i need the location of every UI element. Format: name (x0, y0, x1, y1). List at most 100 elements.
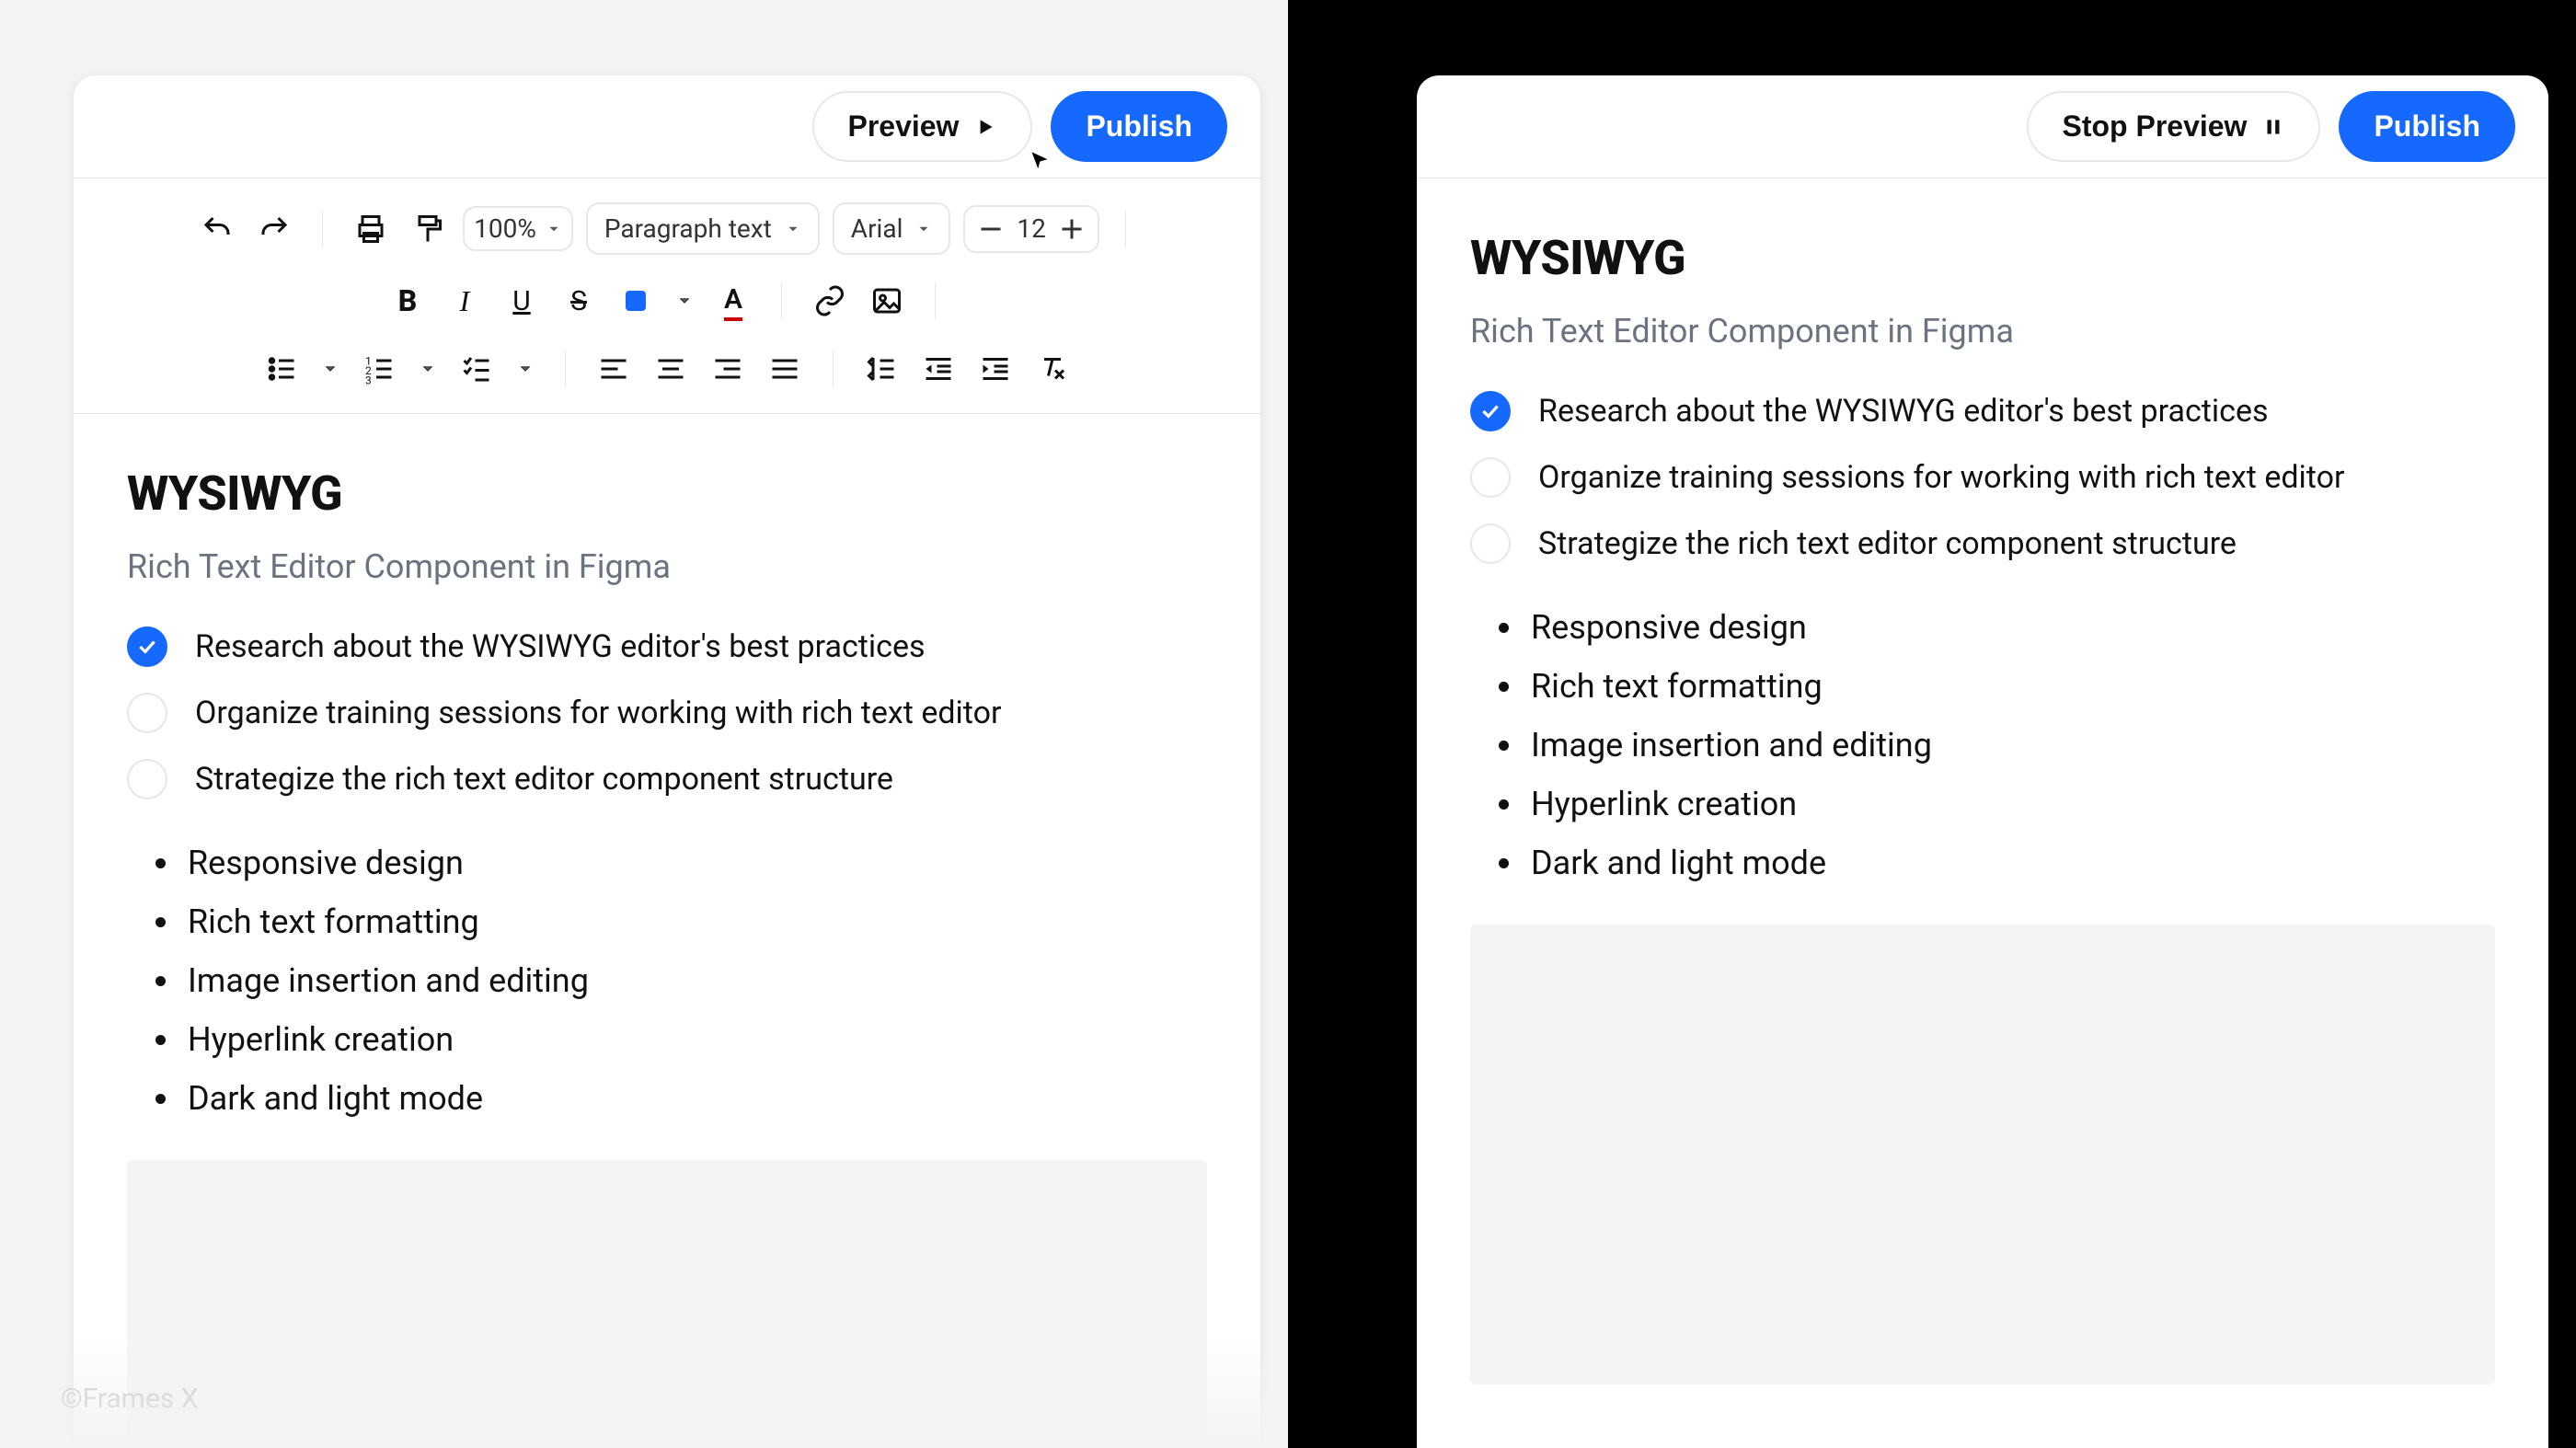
editor-card: Preview Publish (74, 75, 1260, 1448)
publish-button[interactable]: Publish (2339, 91, 2515, 162)
chevron-down-icon (322, 361, 339, 377)
text-color-icon: A (724, 283, 742, 319)
bullet-item: Image insertion and editing (1525, 726, 2495, 764)
italic-button[interactable]: I (443, 279, 487, 323)
toolbar-row-2: B I U S A (385, 279, 949, 323)
bullet-item: Dark and light mode (1525, 844, 2495, 882)
redo-button[interactable] (252, 207, 296, 251)
paint-format-button[interactable] (406, 207, 450, 251)
bulleted-list-dropdown[interactable] (316, 347, 344, 391)
insert-image-button[interactable] (865, 279, 909, 323)
font-size-stepper[interactable]: 12 (963, 205, 1098, 253)
publish-button-label: Publish (1086, 109, 1192, 144)
play-icon (973, 115, 997, 139)
numbered-list-dropdown[interactable] (414, 347, 442, 391)
insert-link-button[interactable] (808, 279, 852, 323)
align-center-button[interactable] (649, 347, 693, 391)
stop-preview-button[interactable]: Stop Preview (2027, 91, 2320, 162)
line-spacing-button[interactable] (859, 347, 903, 391)
checklist-item-text: Research about the WYSIWYG editor's best… (195, 628, 926, 665)
checklist-item-text: Strategize the rich text editor componen… (1538, 525, 2237, 562)
checkbox[interactable] (127, 759, 167, 799)
align-left-button[interactable] (592, 347, 636, 391)
checklist-dropdown[interactable] (512, 347, 539, 391)
clear-formatting-button[interactable] (1030, 347, 1075, 391)
bullet-item: Responsive design (182, 844, 1207, 882)
indent-increase-button[interactable] (973, 347, 1018, 391)
bullet-item: Rich text formatting (1525, 667, 2495, 706)
font-family-label: Arial (851, 213, 903, 244)
checkbox[interactable] (127, 626, 167, 667)
check-icon (1478, 399, 1502, 423)
zoom-select[interactable]: 100% (463, 206, 573, 251)
minus-icon (974, 213, 1007, 246)
editor-toolbar: 100% Paragraph text Arial 12 (74, 178, 1260, 414)
separator (565, 351, 566, 387)
separator (781, 282, 782, 319)
bullet-item: Dark and light mode (182, 1079, 1207, 1118)
document-title: WYSIWYG (1470, 230, 2495, 286)
chevron-down-icon (517, 361, 534, 377)
undo-button[interactable] (195, 207, 239, 251)
bullet-item: Responsive design (1525, 608, 2495, 647)
numbered-list-button[interactable]: 123 (357, 347, 401, 391)
font-family-select[interactable]: Arial (833, 202, 951, 255)
highlight-color-button[interactable] (614, 279, 658, 323)
text-color-button[interactable]: A (711, 279, 755, 323)
stop-preview-button-label: Stop Preview (2062, 109, 2247, 144)
pause-icon (2261, 115, 2285, 139)
align-right-button[interactable] (706, 347, 750, 391)
indent-decrease-button[interactable] (916, 347, 960, 391)
font-size-value: 12 (1017, 213, 1045, 244)
preview-content: WYSIWYG Rich Text Editor Component in Fi… (1417, 178, 2548, 1412)
paragraph-style-select[interactable]: Paragraph text (586, 202, 820, 255)
image-placeholder (127, 1160, 1207, 1436)
separator (935, 282, 936, 319)
checklist: Research about the WYSIWYG editor's best… (1470, 391, 2495, 564)
editor-header: Preview Publish (74, 75, 1260, 178)
font-size-increase[interactable] (1055, 213, 1088, 246)
publish-button-label: Publish (2374, 109, 2480, 144)
underline-button[interactable]: U (500, 279, 544, 323)
align-justify-button[interactable] (763, 347, 807, 391)
highlight-color-dropdown[interactable] (671, 279, 698, 323)
color-swatch-icon (626, 291, 646, 311)
bullet-list: Responsive design Rich text formatting I… (127, 844, 1207, 1118)
bullet-item: Hyperlink creation (1525, 785, 2495, 823)
bold-button[interactable]: B (385, 279, 430, 323)
checklist: Research about the WYSIWYG editor's best… (127, 626, 1207, 799)
document-subtitle: Rich Text Editor Component in Figma (1470, 312, 2495, 351)
preview-button-label: Preview (847, 109, 959, 144)
font-size-decrease[interactable] (974, 213, 1007, 246)
chevron-down-icon (785, 221, 801, 237)
preview-header: Stop Preview Publish (1417, 75, 2548, 178)
separator (833, 351, 834, 387)
toolbar-row-3: 123 (259, 347, 1075, 391)
checklist-item-text: Organize training sessions for working w… (1538, 459, 2345, 496)
preview-button[interactable]: Preview (812, 91, 1032, 162)
editor-content[interactable]: WYSIWYG Rich Text Editor Component in Fi… (74, 414, 1260, 1448)
bullet-list: Responsive design Rich text formatting I… (1470, 608, 2495, 882)
checklist-item-text: Organize training sessions for working w… (195, 695, 1002, 731)
checklist-item-text: Strategize the rich text editor componen… (195, 761, 893, 798)
publish-button[interactable]: Publish (1051, 91, 1227, 162)
checkbox[interactable] (127, 693, 167, 733)
checkbox[interactable] (1470, 391, 1511, 431)
checkbox[interactable] (1470, 523, 1511, 564)
separator (1125, 211, 1126, 247)
chevron-down-icon (915, 221, 932, 237)
checklist-item: Strategize the rich text editor componen… (127, 759, 1207, 799)
checklist-button[interactable] (454, 347, 499, 391)
checkbox[interactable] (1470, 457, 1511, 498)
strikethrough-button[interactable]: S (557, 279, 601, 323)
print-button[interactable] (349, 207, 393, 251)
chevron-down-icon (420, 361, 436, 377)
preview-card: Stop Preview Publish WYSIWYG Rich Text E… (1417, 75, 2548, 1448)
preview-pane: Stop Preview Publish WYSIWYG Rich Text E… (1288, 0, 2576, 1448)
zoom-value: 100% (474, 213, 536, 244)
checklist-item: Organize training sessions for working w… (1470, 457, 2495, 498)
checklist-item: Research about the WYSIWYG editor's best… (127, 626, 1207, 667)
bulleted-list-button[interactable] (259, 347, 304, 391)
bullet-item: Image insertion and editing (182, 961, 1207, 1000)
checklist-item: Strategize the rich text editor componen… (1470, 523, 2495, 564)
